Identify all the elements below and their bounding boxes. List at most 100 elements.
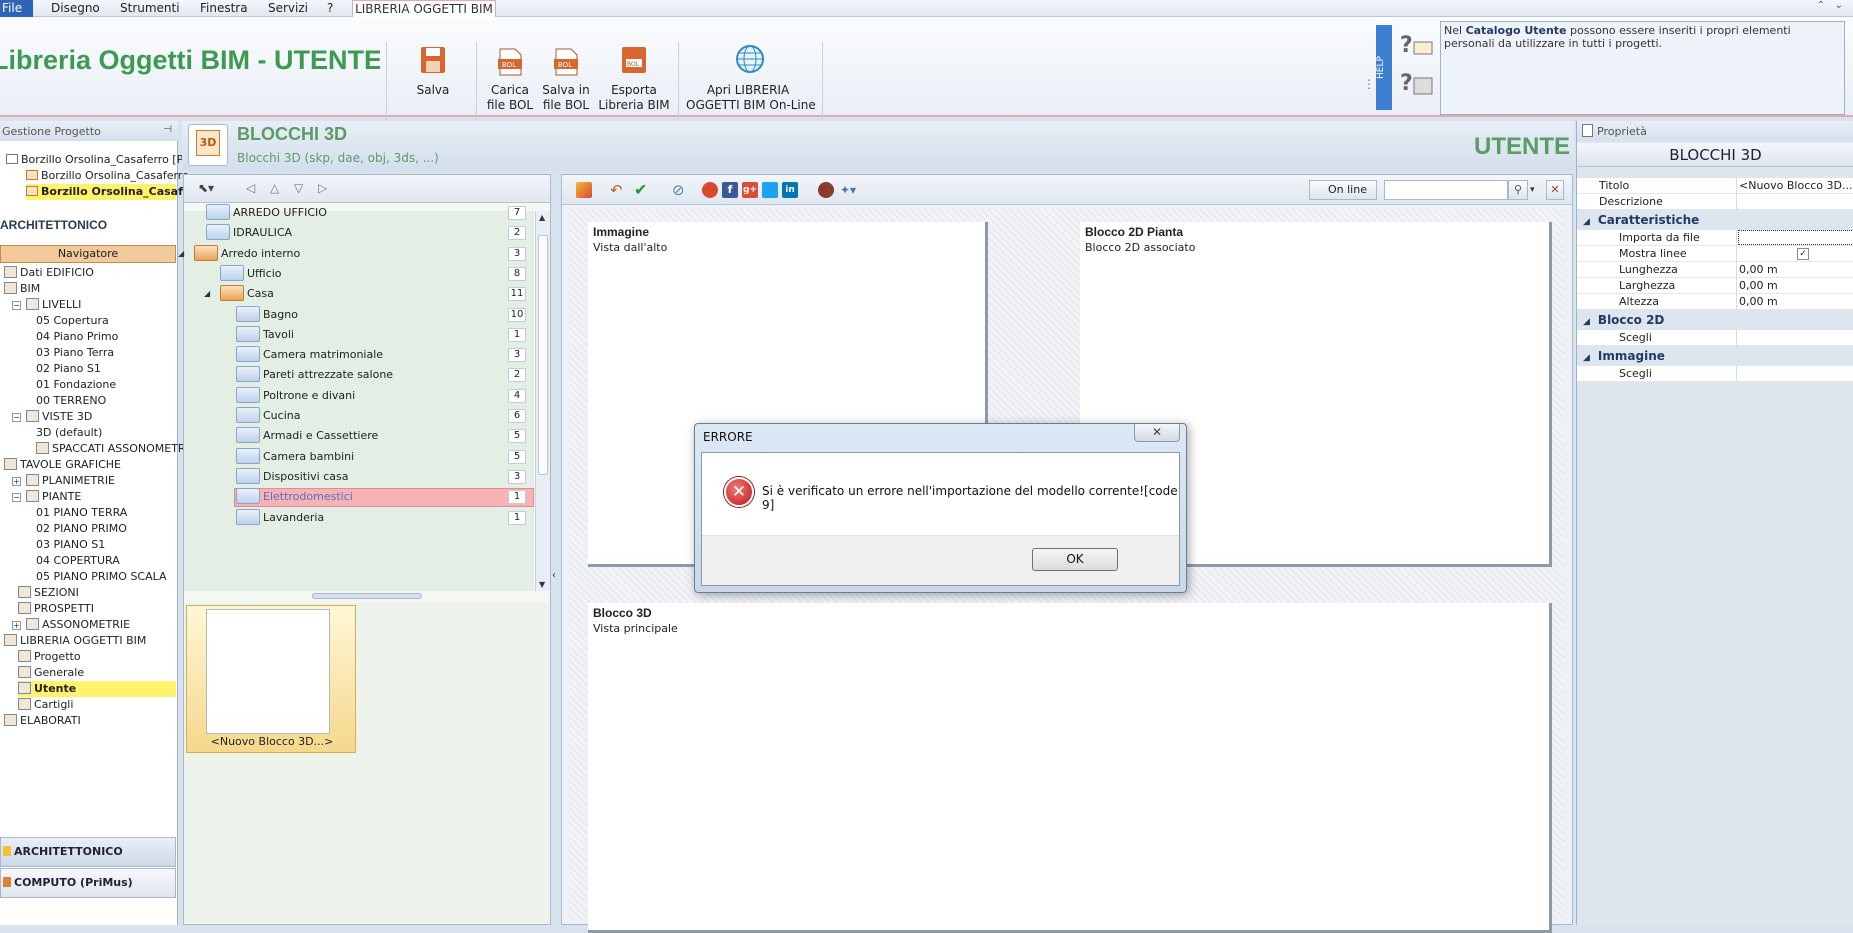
tab-architettonico[interactable]: ARCHITETTONICO <box>0 837 176 867</box>
folder-row[interactable]: Pareti attrezzate salone 2 <box>184 365 534 385</box>
nav-up-icon[interactable]: △ <box>270 181 279 195</box>
navigatore-bar[interactable]: Navigatore <box>0 245 176 263</box>
pin-icon[interactable]: ⊣ <box>163 124 172 135</box>
search-options-icon[interactable]: ▾ <box>1530 180 1544 200</box>
collapse-toggle-icon[interactable]: − <box>12 301 21 310</box>
salva-file-bol-button[interactable]: BOL Salva in file BOL <box>538 45 594 113</box>
prop-titolo[interactable]: Titolo <Nuovo Blocco 3D...> <box>1577 178 1853 194</box>
nav-right-icon[interactable]: ▷ <box>318 181 327 195</box>
undo-icon[interactable]: ↶ <box>610 182 626 198</box>
menu-disegno[interactable]: Disegno <box>51 0 100 17</box>
menu-finestra[interactable]: Finestra <box>200 0 248 17</box>
tree-item[interactable]: LIBRERIA OGGETTI BIM <box>4 633 146 649</box>
collapse-toggle-icon[interactable]: − <box>12 493 21 502</box>
salva-button[interactable]: Salva <box>408 45 458 98</box>
prop-immagine-scegli[interactable]: Scegli <box>1577 366 1853 382</box>
tree-item[interactable]: Generale <box>18 665 84 681</box>
help-vertical-label[interactable]: HELP <box>1376 25 1392 110</box>
tab-computo[interactable]: COMPUTO (PriMus) <box>0 868 176 898</box>
googleplus-icon[interactable]: g+ <box>742 182 758 198</box>
select-cursor-icon[interactable]: ⬉▾ <box>198 181 214 195</box>
project-item-selected[interactable]: Borzillo Orsolina_Casaf <box>26 184 183 200</box>
tree-item[interactable]: PLANIMETRIE <box>26 473 115 489</box>
folder-row[interactable]: Camera bambini 5 <box>184 447 534 467</box>
prop-category-blocco-2d[interactable]: ◢ Blocco 2D <box>1577 311 1853 330</box>
prop-importa-da-file[interactable]: Importa da file <box>1577 230 1853 246</box>
prop-lunghezza[interactable]: Lunghezza 0,00 m <box>1577 262 1853 278</box>
tree-item[interactable]: 02 Piano S1 <box>36 361 101 377</box>
folder-row[interactable]: ◢ Casa 11 <box>184 284 534 304</box>
prop-blocco2d-scegli[interactable]: Scegli <box>1577 330 1853 346</box>
tree-item[interactable]: SPACCATI ASSONOMETRICI <box>36 441 200 457</box>
clear-search-icon[interactable]: ✕ <box>1546 180 1564 200</box>
tree-item[interactable]: LIVELLI <box>26 297 81 313</box>
tree-item[interactable]: 3D (default) <box>36 425 102 441</box>
ok-button[interactable]: OK <box>1032 548 1118 571</box>
search-input[interactable] <box>1384 180 1508 200</box>
online-button[interactable]: On line <box>1309 180 1377 200</box>
prop-category-caratteristiche[interactable]: ◢ Caratteristiche <box>1577 211 1853 230</box>
prop-larghezza[interactable]: Larghezza 0,00 m <box>1577 278 1853 294</box>
expand-toggle-icon[interactable]: + <box>12 477 21 486</box>
tree-item[interactable]: SEZIONI <box>18 585 79 601</box>
tree-item[interactable]: 03 Piano Terra <box>36 345 114 361</box>
attach-icon[interactable]: ⊘ <box>672 182 688 198</box>
apri-libreria-online-button[interactable]: Apri LIBRERIA OGGETTI BIM On-Line <box>686 45 816 113</box>
search-icon[interactable]: ⚲ <box>1508 180 1528 200</box>
linkedin-icon[interactable]: in <box>782 182 798 198</box>
tree-item[interactable]: 05 Copertura <box>36 313 109 329</box>
tree-item[interactable]: 01 PIANO TERRA <box>36 505 127 521</box>
ribbon-options-dots[interactable]: ⋮ <box>1363 77 1375 91</box>
block-3d-box[interactable]: Blocco 3D Vista principale <box>588 603 1552 933</box>
nav-left-icon[interactable]: ◁ <box>246 181 255 195</box>
prop-mostra-linee[interactable]: Mostra linee ✓ <box>1577 246 1853 262</box>
dialog-close-button[interactable]: ✕ <box>1134 424 1180 442</box>
tree-item[interactable]: 01 Fondazione <box>36 377 116 393</box>
thumbnail-item[interactable]: <Nuovo Blocco 3D...> <box>186 605 356 753</box>
tree-item[interactable]: TAVOLE GRAFICHE <box>4 457 121 473</box>
tree-item[interactable]: 04 Piano Primo <box>36 329 118 345</box>
tree-item[interactable]: 04 COPERTURA <box>36 553 120 569</box>
tree-item[interactable]: VISTE 3D <box>26 409 92 425</box>
folder-row[interactable]: ARREDO UFFICIO 7 <box>184 203 534 223</box>
prop-descrizione[interactable]: Descrizione <box>1577 194 1853 210</box>
expand-toggle-icon[interactable]: + <box>12 621 21 630</box>
tree-item[interactable]: Dati EDIFICIO <box>4 265 94 281</box>
tree-item[interactable]: 05 PIANO PRIMO SCALA <box>36 569 167 585</box>
project-item[interactable]: Borzillo Orsolina_Casaferro <box>26 168 189 184</box>
tree-item[interactable]: 03 PIANO S1 <box>36 537 105 553</box>
project-root[interactable]: Borzillo Orsolina_Casaferro [PG <box>6 152 192 168</box>
carica-file-bol-button[interactable]: BOL Carica file BOL <box>482 45 538 113</box>
twitter-icon[interactable] <box>762 182 778 198</box>
window-controls[interactable]: ⌃ ⌄ <box>1817 0 1843 11</box>
tab-libreria-oggetti-bim[interactable]: LIBRERIA OGGETTI BIM <box>352 0 496 18</box>
facebook-icon[interactable]: f <box>722 182 738 198</box>
collapse-toggle-icon[interactable]: − <box>12 413 21 422</box>
tree-item[interactable]: 00 TERRENO <box>36 393 106 409</box>
collapse-arrow-icon[interactable]: ◢ <box>204 284 210 304</box>
esporta-libreria-bim-button[interactable]: BOL Esporta Libreria BIM <box>598 45 670 113</box>
confirm-check-icon[interactable]: ✔ <box>634 182 650 198</box>
tree-item[interactable]: ASSONOMETRIE <box>26 617 130 633</box>
folder-row[interactable]: Tavoli 1 <box>184 325 534 345</box>
web-link-icon[interactable] <box>702 182 718 198</box>
folder-row[interactable]: Dispositivi casa 3 <box>184 467 534 487</box>
tree-item-selected[interactable]: Utente <box>18 681 176 697</box>
blocchi-3d-icon[interactable]: 3D <box>188 124 228 166</box>
tree-item[interactable]: ELABORATI <box>4 713 81 729</box>
collapse-panel-icon[interactable]: ‹ <box>552 570 556 581</box>
folder-scrollbar[interactable]: ▲ ▼ <box>535 211 550 591</box>
nav-down-icon[interactable]: ▽ <box>294 181 303 195</box>
menu-strumenti[interactable]: Strumenti <box>120 0 180 17</box>
tree-item[interactable]: PIANTE <box>26 489 81 505</box>
menu-servizi[interactable]: Servizi <box>268 0 308 17</box>
tree-item[interactable]: Cartigli <box>18 697 73 713</box>
tree-item[interactable]: Progetto <box>18 649 81 665</box>
folder-row[interactable]: Cucina 6 <box>184 406 534 426</box>
folder-row[interactable]: Poltrone e divani 4 <box>184 386 534 406</box>
folder-row[interactable]: IDRAULICA 2 <box>184 223 534 243</box>
menu-file[interactable]: File <box>0 0 33 17</box>
folder-row[interactable]: ◢ Arredo interno 3 <box>178 244 534 264</box>
folder-row[interactable]: Bagno 10 <box>184 305 534 325</box>
tree-item[interactable]: 02 PIANO PRIMO <box>36 521 127 537</box>
